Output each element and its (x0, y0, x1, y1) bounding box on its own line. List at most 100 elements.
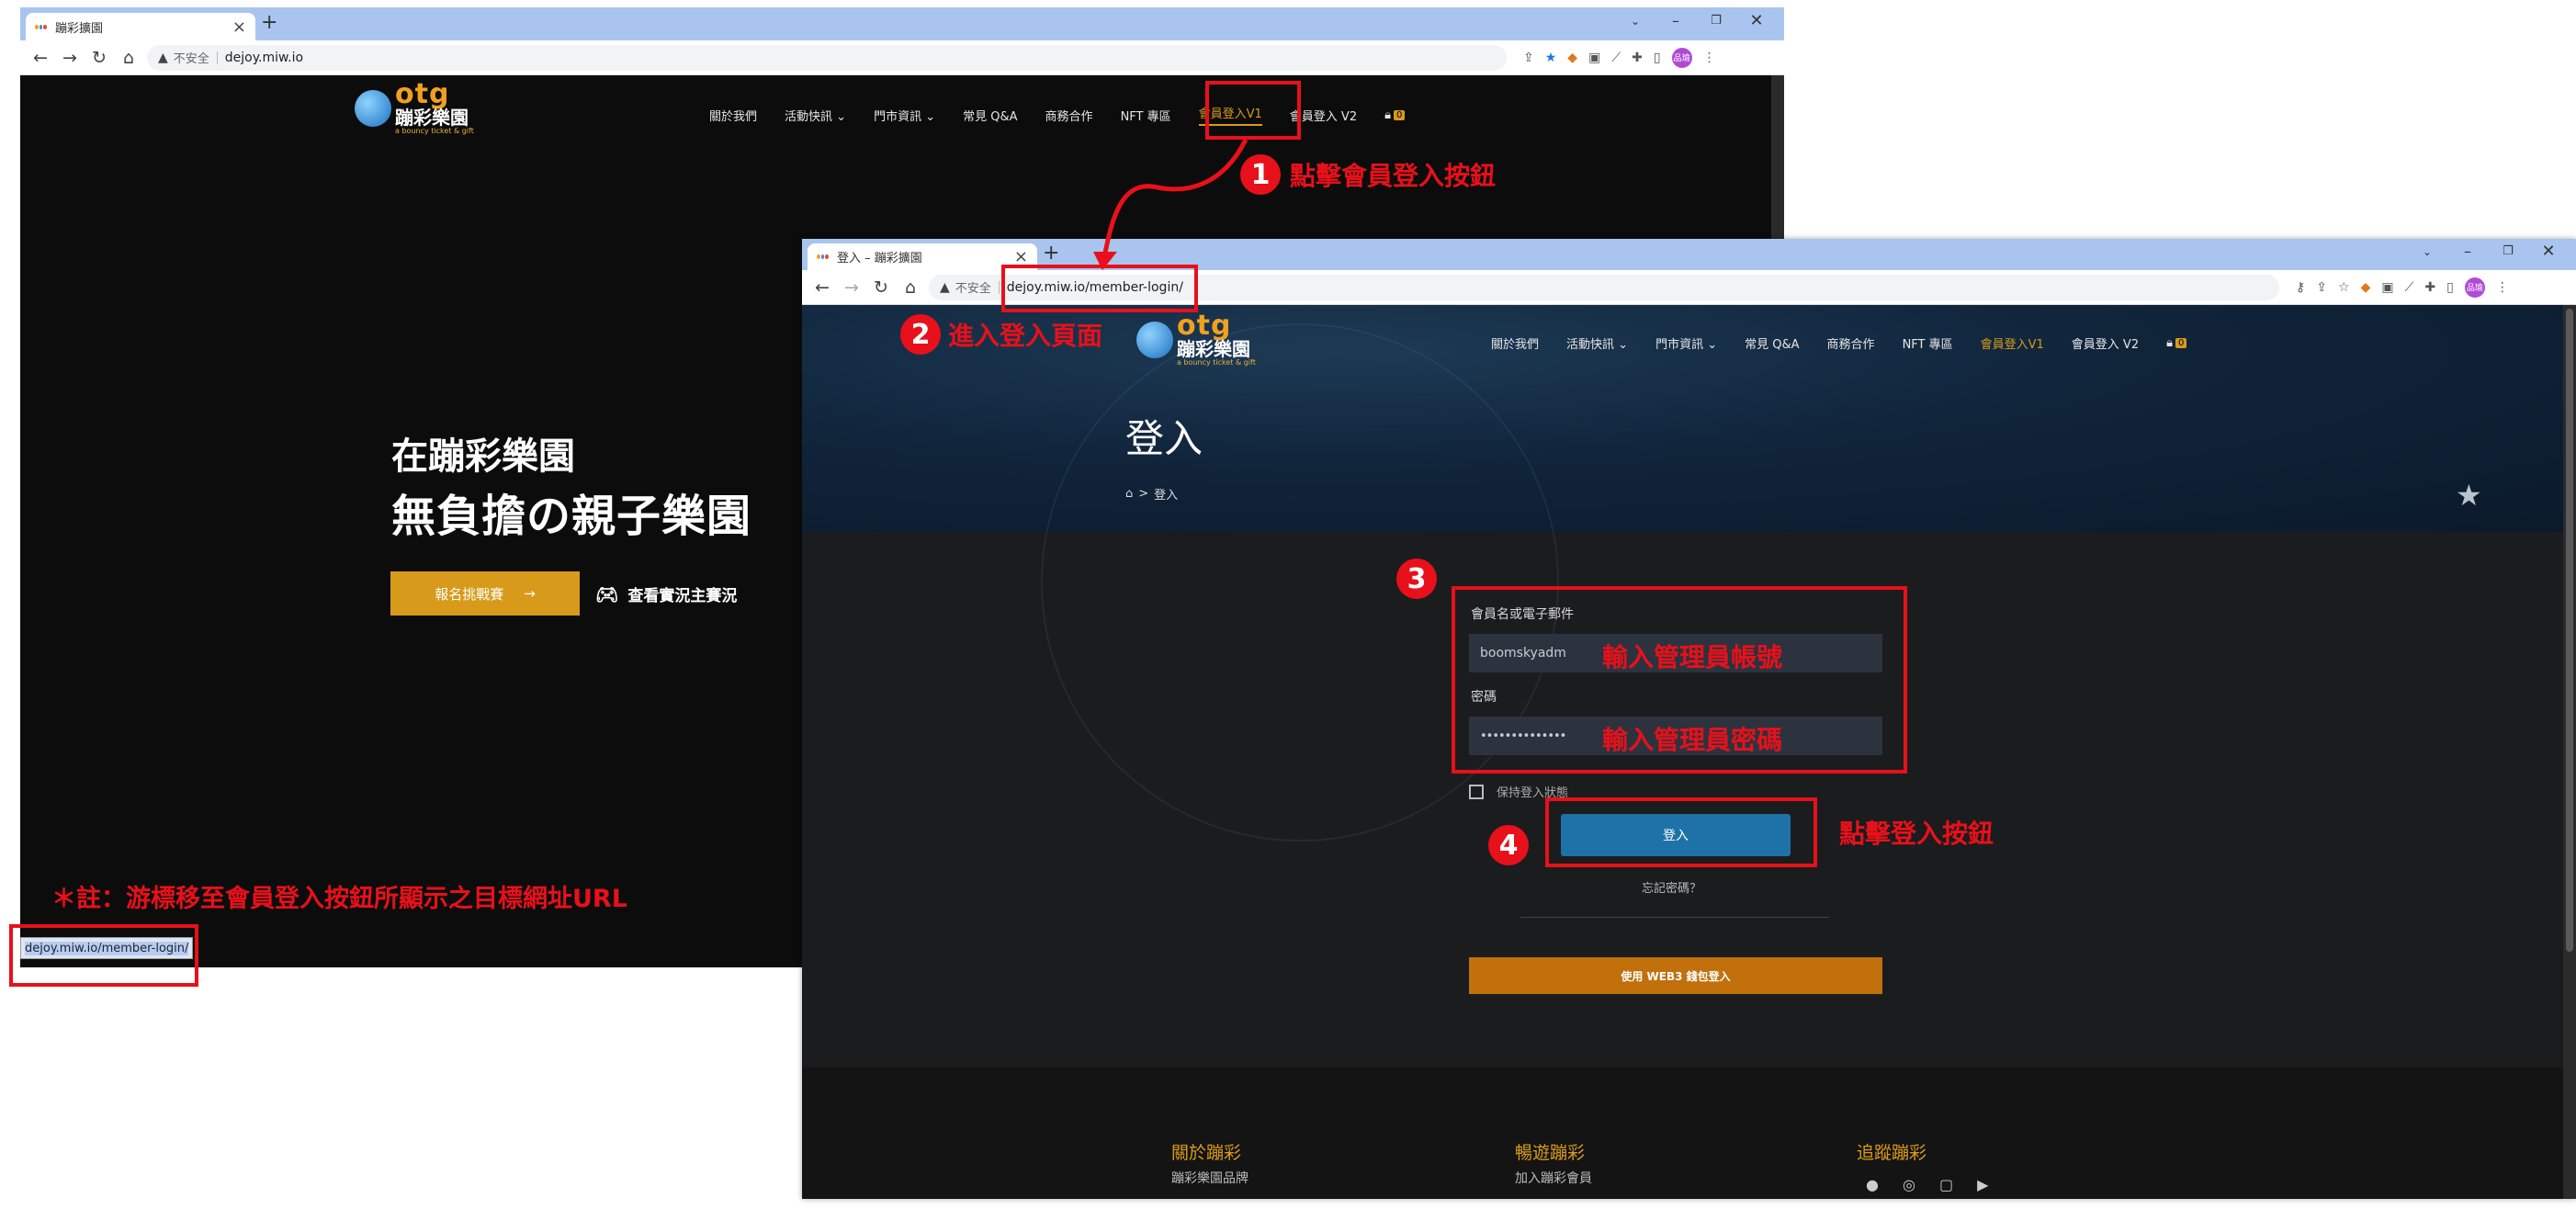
nav-member-login-v1[interactable]: 會員登入V1 (1981, 334, 2044, 352)
home-icon[interactable]: ⌂ (1125, 487, 1133, 501)
tool-icon[interactable]: ⟋ (2405, 280, 2414, 295)
share-icon[interactable]: ⇪ (1523, 51, 1534, 65)
puzzle-icon[interactable]: ✚ (2424, 280, 2435, 295)
reload-icon[interactable]: ↻ (866, 277, 896, 298)
chevron-down-icon: ⌄ (836, 109, 847, 124)
step1-text: 點擊會員登入按鈕 (1290, 161, 1497, 191)
logo-mark: otg (395, 78, 450, 110)
metamask-icon[interactable]: ◆ (1567, 51, 1577, 65)
logo-tagline: a bouncy ticket & gift (395, 127, 474, 135)
new-tab-icon[interactable]: + (261, 11, 277, 34)
metamask-icon[interactable]: ◆ (2361, 280, 2371, 295)
restore-icon[interactable]: ❐ (2488, 244, 2528, 258)
home-icon[interactable]: ⌂ (114, 48, 143, 68)
chevron-down-icon[interactable]: ⌄ (2407, 245, 2447, 258)
forgot-password-link[interactable]: 忘記密碼？ (1642, 878, 1701, 896)
extension-icon[interactable]: ▣ (2381, 280, 2393, 295)
nav-events[interactable]: 活動快訊 ⌄ (1566, 334, 1628, 352)
cart-count: 0 (1394, 109, 1406, 120)
new-tab-icon[interactable]: + (1043, 242, 1059, 265)
back-tab[interactable]: 蹦彩擴園 × (26, 13, 255, 40)
back-window-controls: ⌄ – ❐ ✕ (1615, 11, 1777, 30)
nav-nft[interactable]: NFT 專區 (1903, 334, 1953, 352)
kebab-menu-icon[interactable]: ⋮ (2496, 280, 2509, 295)
site-logo[interactable]: otg 蹦彩樂園 a bouncy ticket & gift (1136, 312, 1256, 367)
input-user-hint: 輸入管理員帳號 (1602, 642, 1783, 672)
nav-business[interactable]: 商務合作 (1827, 334, 1875, 352)
nav-about[interactable]: 關於我們 (709, 107, 757, 124)
restore-icon[interactable]: ❐ (1696, 14, 1736, 28)
close-tab-icon[interactable]: × (1014, 247, 1028, 266)
sidepanel-icon[interactable]: ▯ (1654, 51, 1661, 65)
close-window-icon[interactable]: ✕ (1736, 11, 1777, 30)
footer-col1-title: 關於蹦彩 (1171, 1143, 1242, 1163)
web3-login-button[interactable]: 使用 WEB3 錢包登入 (1469, 957, 1882, 994)
minimize-icon[interactable]: – (2447, 243, 2488, 260)
minimize-icon[interactable]: – (1655, 12, 1696, 29)
back-extensions: ⇪ ★ ◆ ▣ ⟋ ✚ ▯ 品瑜 ⋮ (1523, 47, 1716, 68)
line-icon[interactable]: ▢ (1939, 1176, 1953, 1193)
facebook-icon[interactable]: ● (1866, 1176, 1879, 1193)
nav-nft[interactable]: NFT 專區 (1121, 107, 1171, 124)
cart[interactable]: 🔒︎ 0 (2166, 336, 2187, 350)
mascot-icon (355, 89, 391, 127)
chevron-down-icon[interactable]: ⌄ (1615, 15, 1655, 28)
instagram-icon[interactable]: ◎ (1903, 1176, 1915, 1193)
avatar[interactable]: 品瑜 (1671, 47, 1692, 68)
star-icon: ★ (2456, 478, 2482, 513)
nav-stores[interactable]: 門市資訊 ⌄ (874, 107, 935, 124)
front-scrollbar[interactable] (2563, 305, 2576, 1199)
breadcrumb-current: 登入 (1154, 489, 1179, 503)
footer-col2-item[interactable]: 加入蹦彩會員 (1515, 1169, 1592, 1187)
tool-icon[interactable]: ⟋ (1611, 51, 1621, 65)
home-icon[interactable]: ⌂ (896, 277, 925, 298)
web3-login-label: 使用 WEB3 錢包登入 (1621, 969, 1731, 983)
hero-line2: 無負擔の親子樂園 (391, 491, 752, 542)
chevron-down-icon: ⌄ (1618, 338, 1629, 352)
reload-icon[interactable]: ↻ (85, 48, 114, 68)
sidepanel-icon[interactable]: ▯ (2446, 280, 2454, 295)
nav-stores[interactable]: 門市資訊 ⌄ (1655, 334, 1717, 352)
footer-col3-title: 追蹤蹦彩 (1857, 1143, 1927, 1163)
nav-about[interactable]: 關於我們 (1491, 334, 1539, 352)
nav-events[interactable]: 活動快訊 ⌄ (785, 107, 846, 124)
key-icon[interactable]: ⚷ (2296, 280, 2305, 295)
nav-member-login-v2[interactable]: 會員登入 V2 (2072, 334, 2139, 352)
youtube-icon[interactable]: ▶ (1977, 1176, 1988, 1193)
close-window-icon[interactable]: ✕ (2528, 242, 2569, 261)
avatar[interactable]: 品瑜 (2464, 277, 2485, 298)
bookmark-star-icon[interactable]: ★ (1545, 51, 1557, 65)
kebab-menu-icon[interactable]: ⋮ (1703, 51, 1716, 65)
remember-checkbox[interactable] (1469, 784, 1484, 799)
nav-qa[interactable]: 常見 Q&A (963, 107, 1017, 124)
breadcrumb-sep: > (1138, 487, 1149, 501)
forward-arrow-icon[interactable]: → (837, 277, 866, 298)
puzzle-icon[interactable]: ✚ (1632, 51, 1643, 65)
back-arrow-icon[interactable]: ← (808, 277, 837, 298)
footer-col1-item[interactable]: 蹦彩樂園品牌 (1171, 1169, 1248, 1187)
back-url-text: dejoy.miw.io (224, 50, 304, 65)
back-arrow-icon[interactable]: ← (26, 48, 55, 68)
hero-secondary-link[interactable]: 🎮︎ 查看實況主賽況 (595, 582, 737, 606)
extension-icon[interactable]: ▣ (1588, 51, 1600, 65)
step2-highlight-box (1001, 265, 1198, 312)
hero-cta-button[interactable]: 報名挑戰賽 → (390, 571, 580, 616)
hero-line1: 在蹦彩樂園 (391, 435, 575, 478)
step4-badge: 4 (1488, 825, 1529, 865)
site-favicon-icon (817, 252, 830, 263)
logo-name: 蹦彩樂園 (395, 107, 469, 129)
gamepad-icon: 🎮︎ (595, 582, 619, 605)
site-logo[interactable]: otg 蹦彩樂園 a bouncy ticket & gift (355, 81, 474, 135)
front-window-controls: ⌄ – ❐ ✕ (2407, 242, 2569, 261)
back-address-bar[interactable]: ▲ 不安全 dejoy.miw.io (147, 44, 1507, 71)
back-toolbar: ← → ↻ ⌂ ▲ 不安全 dejoy.miw.io ⇪ ★ ◆ ▣ ⟋ ✚ ▯… (20, 40, 1784, 75)
nav-business[interactable]: 商務合作 (1045, 107, 1093, 124)
cart[interactable]: 🔒︎ 0 (1384, 108, 1406, 122)
share-icon[interactable]: ⇪ (2316, 280, 2327, 295)
nav-qa[interactable]: 常見 Q&A (1745, 334, 1799, 352)
step4-highlight-box (1545, 797, 1817, 867)
forward-arrow-icon[interactable]: → (55, 48, 85, 68)
close-tab-icon[interactable]: × (232, 17, 246, 37)
mascot-icon (1136, 321, 1173, 358)
bookmark-star-icon[interactable]: ☆ (2338, 280, 2350, 295)
